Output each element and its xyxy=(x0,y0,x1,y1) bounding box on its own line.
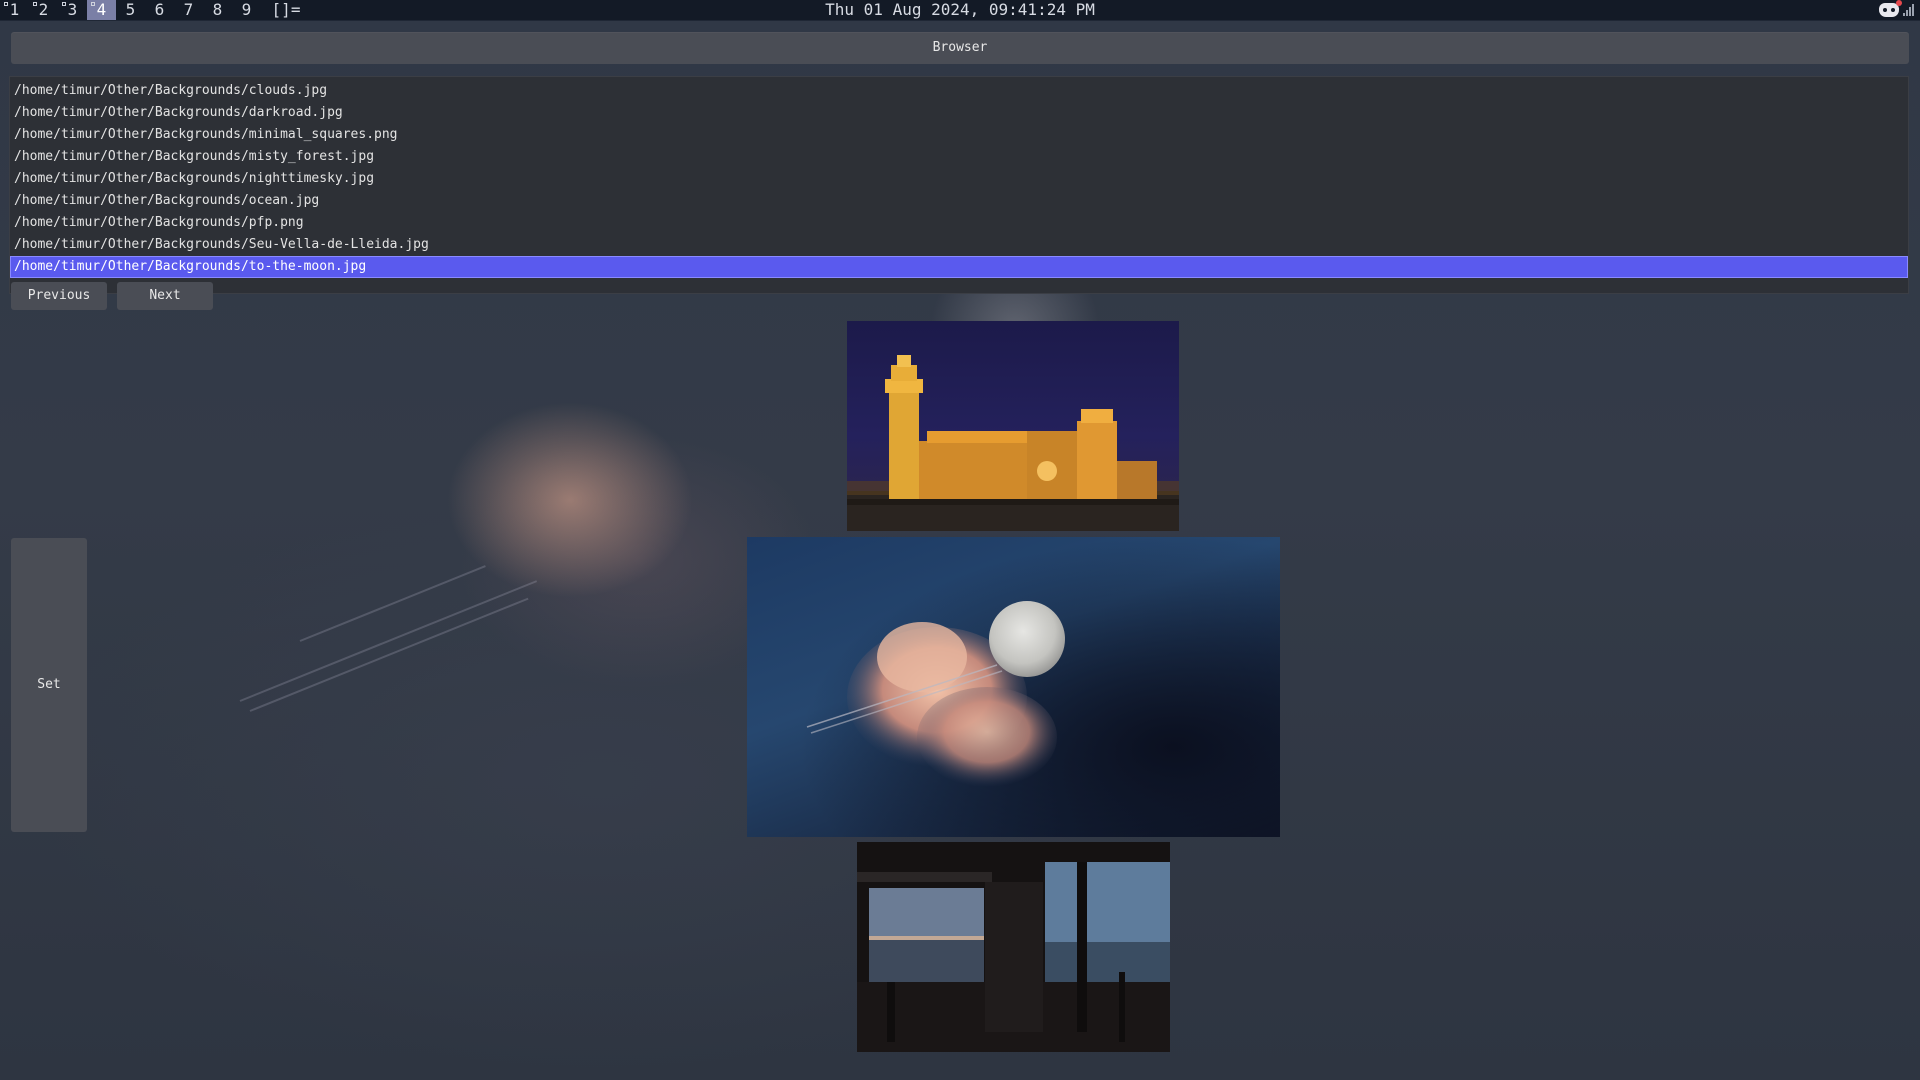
file-list-item[interactable]: /home/timur/Other/Backgrounds/Seu-Vella-… xyxy=(10,234,1908,256)
status-bar: 1 2 3 4 5 6 7 8 9 []= Thu 01 Aug 2024, 0… xyxy=(0,0,1920,21)
cathedral-night-image xyxy=(847,355,1179,531)
next-image-preview xyxy=(857,842,1170,1052)
desktop: 1 2 3 4 5 6 7 8 9 []= Thu 01 Aug 2024, 0… xyxy=(0,0,1920,1080)
file-list-item[interactable]: /home/timur/Other/Backgrounds/darkroad.j… xyxy=(10,102,1908,124)
file-list-item[interactable]: /home/timur/Other/Backgrounds/minimal_sq… xyxy=(10,124,1908,146)
signal-icon[interactable] xyxy=(1903,4,1914,16)
ocean-window-image xyxy=(857,842,1170,1052)
clock: Thu 01 Aug 2024, 09:41:24 PM xyxy=(825,0,1095,19)
file-list-item[interactable]: /home/timur/Other/Backgrounds/nighttimes… xyxy=(10,168,1908,190)
notification-badge xyxy=(1896,0,1902,6)
file-list[interactable]: /home/timur/Other/Backgrounds/clouds.jpg… xyxy=(9,76,1909,294)
previous-image-preview xyxy=(847,321,1179,531)
file-list-item-selected[interactable]: /home/timur/Other/Backgrounds/to-the-moo… xyxy=(10,256,1908,278)
previous-button[interactable]: Previous xyxy=(11,282,107,310)
set-wallpaper-button[interactable]: Set xyxy=(11,538,87,832)
file-list-item[interactable]: /home/timur/Other/Backgrounds/pfp.png xyxy=(10,212,1908,234)
file-list-item[interactable]: /home/timur/Other/Backgrounds/misty_fore… xyxy=(10,146,1908,168)
current-image-preview xyxy=(747,537,1280,837)
file-list-item[interactable]: /home/timur/Other/Backgrounds/clouds.jpg xyxy=(10,80,1908,102)
browser-button[interactable]: Browser xyxy=(11,32,1909,64)
discord-icon[interactable] xyxy=(1879,0,1902,17)
file-list-item[interactable]: /home/timur/Other/Backgrounds/ocean.jpg xyxy=(10,190,1908,212)
wallpaper-browser-window: Browser /home/timur/Other/Backgrounds/cl… xyxy=(0,20,1920,1080)
next-button[interactable]: Next xyxy=(117,282,213,310)
moon-clouds-image xyxy=(747,537,1280,837)
system-tray xyxy=(1879,0,1914,18)
